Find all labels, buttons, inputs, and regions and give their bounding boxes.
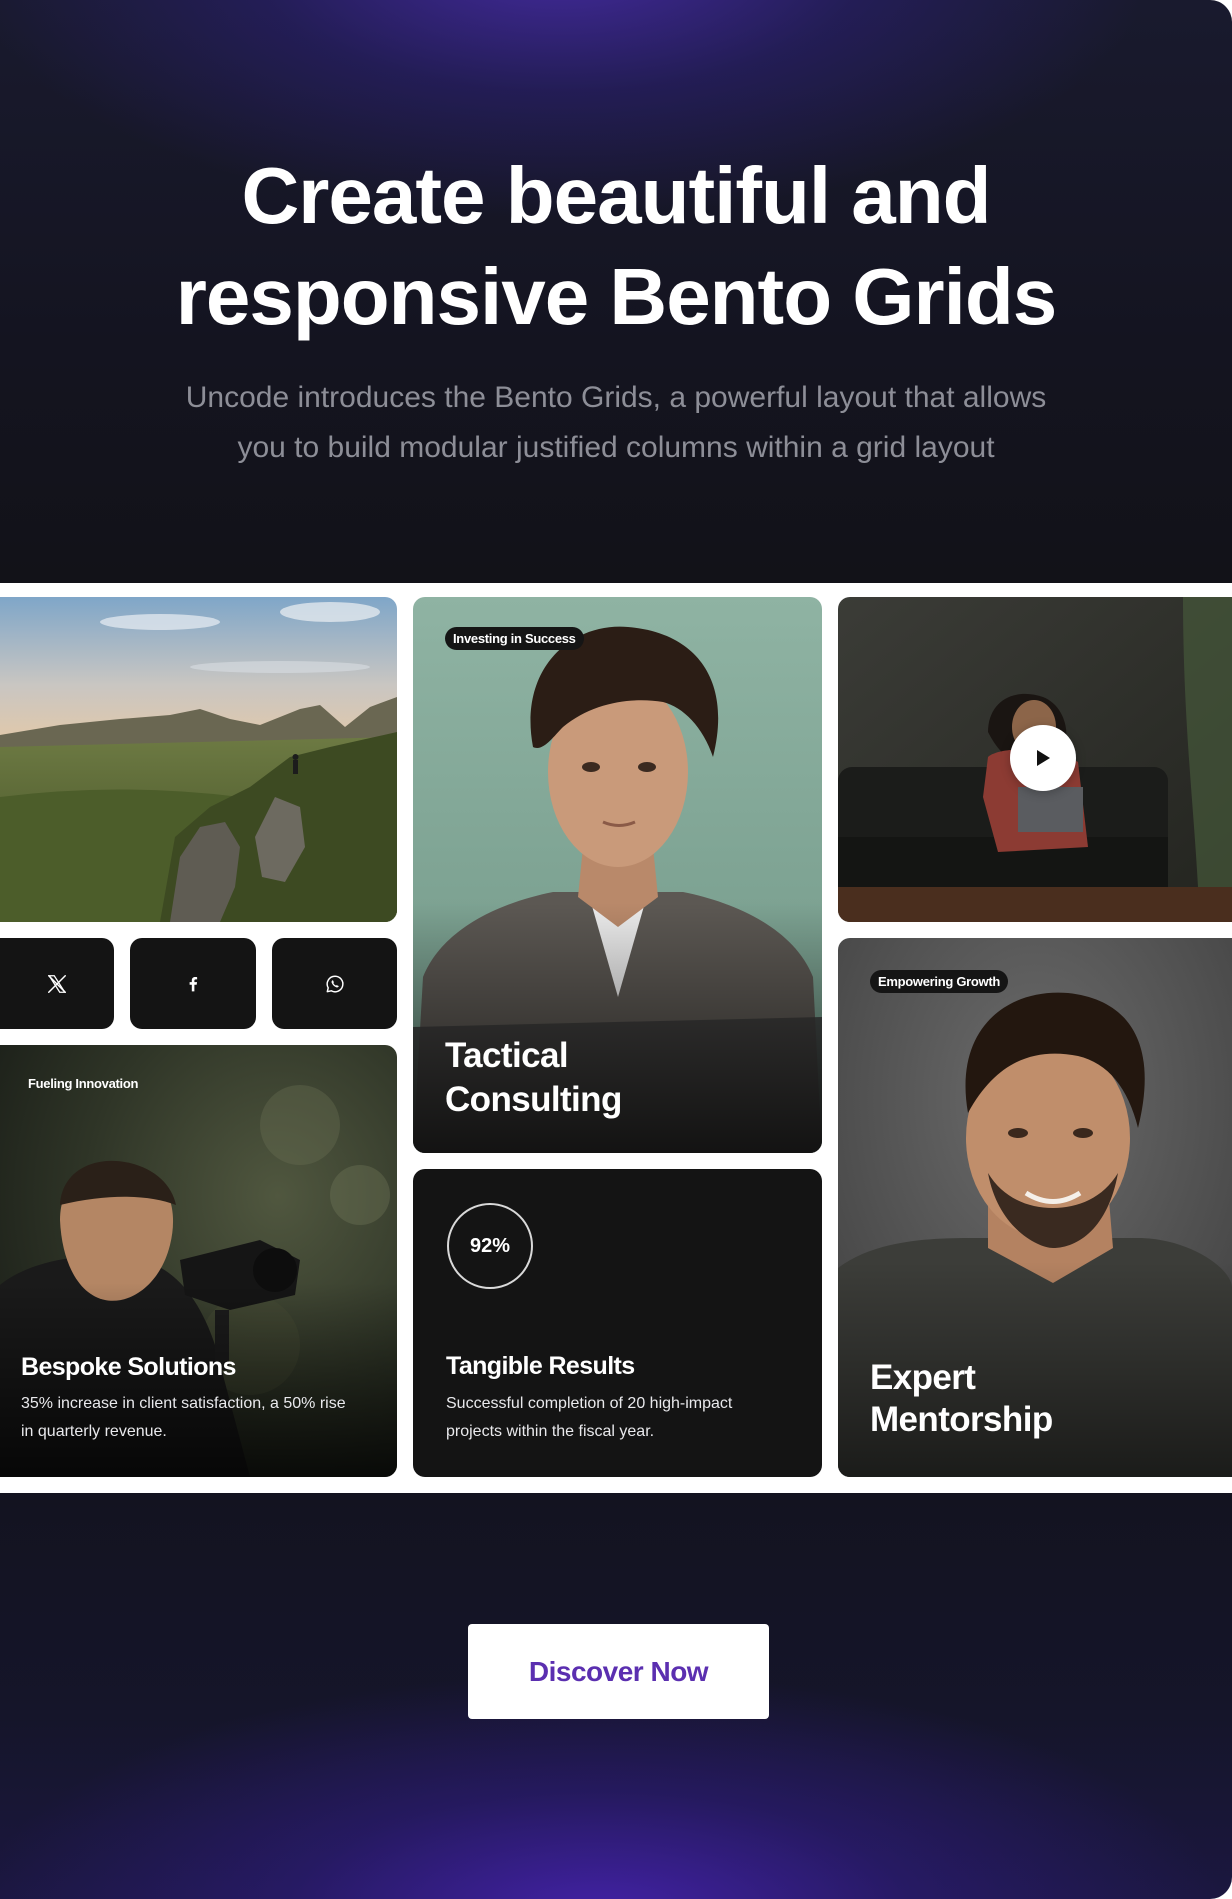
whatsapp-icon — [325, 974, 344, 993]
x-share-button[interactable] — [0, 938, 114, 1029]
landscape-image — [0, 597, 397, 922]
hero-title-line1: Create beautiful and — [241, 151, 991, 240]
bespoke-text-line2: in quarterly revenue. — [21, 1423, 167, 1440]
consulting-badge: Investing in Success — [445, 627, 584, 650]
expert-mentorship-card[interactable]: Empowering Growth Expert Mentorship — [838, 938, 1232, 1477]
hero-subtitle-line2: you to build modular justified columns w… — [237, 431, 995, 464]
consulting-title-line2: Consulting — [445, 1080, 622, 1119]
results-text-line2: projects within the fiscal year. — [446, 1423, 655, 1440]
play-video-button[interactable] — [1010, 725, 1076, 791]
bespoke-text: 35% increase in client satisfaction, a 5… — [21, 1390, 391, 1446]
x-icon — [48, 974, 66, 993]
facebook-share-button[interactable] — [130, 938, 256, 1029]
hero-subtitle: Uncode introduces the Bento Grids, a pow… — [0, 373, 1232, 473]
bespoke-text-line1: 35% increase in client satisfaction, a 5… — [21, 1395, 346, 1412]
tactical-consulting-card[interactable]: Investing in Success Tactical Consulting — [413, 597, 822, 1153]
mentorship-badge: Empowering Growth — [870, 970, 1009, 993]
results-text: Successful completion of 20 high-impact … — [446, 1390, 806, 1446]
consulting-title: Tactical Consulting — [445, 1034, 622, 1122]
bespoke-solutions-card[interactable]: Fueling Innovation Bespoke Solutions 35%… — [0, 1045, 397, 1477]
mentorship-title-line1: Expert — [870, 1358, 976, 1397]
hero-subtitle-line1: Uncode introduces the Bento Grids, a pow… — [185, 381, 1047, 414]
whatsapp-share-button[interactable] — [272, 938, 397, 1029]
mentorship-title: Expert Mentorship — [870, 1357, 1053, 1441]
hero-title: Create beautiful and responsive Bento Gr… — [0, 145, 1232, 347]
landscape-tile[interactable] — [0, 597, 397, 922]
bespoke-badge: Fueling Innovation — [28, 1076, 139, 1091]
discover-now-button[interactable]: Discover Now — [468, 1624, 769, 1719]
results-title: Tangible Results — [446, 1352, 635, 1380]
consulting-title-line1: Tactical — [445, 1036, 569, 1075]
bespoke-title: Bespoke Solutions — [21, 1353, 236, 1381]
results-text-line1: Successful completion of 20 high-impact — [446, 1395, 733, 1412]
play-icon — [1037, 750, 1050, 766]
mentorship-title-line2: Mentorship — [870, 1400, 1053, 1439]
results-percent: 92% — [469, 1234, 511, 1257]
hero-title-line2: responsive Bento Grids — [175, 252, 1057, 341]
facebook-icon — [189, 976, 198, 991]
